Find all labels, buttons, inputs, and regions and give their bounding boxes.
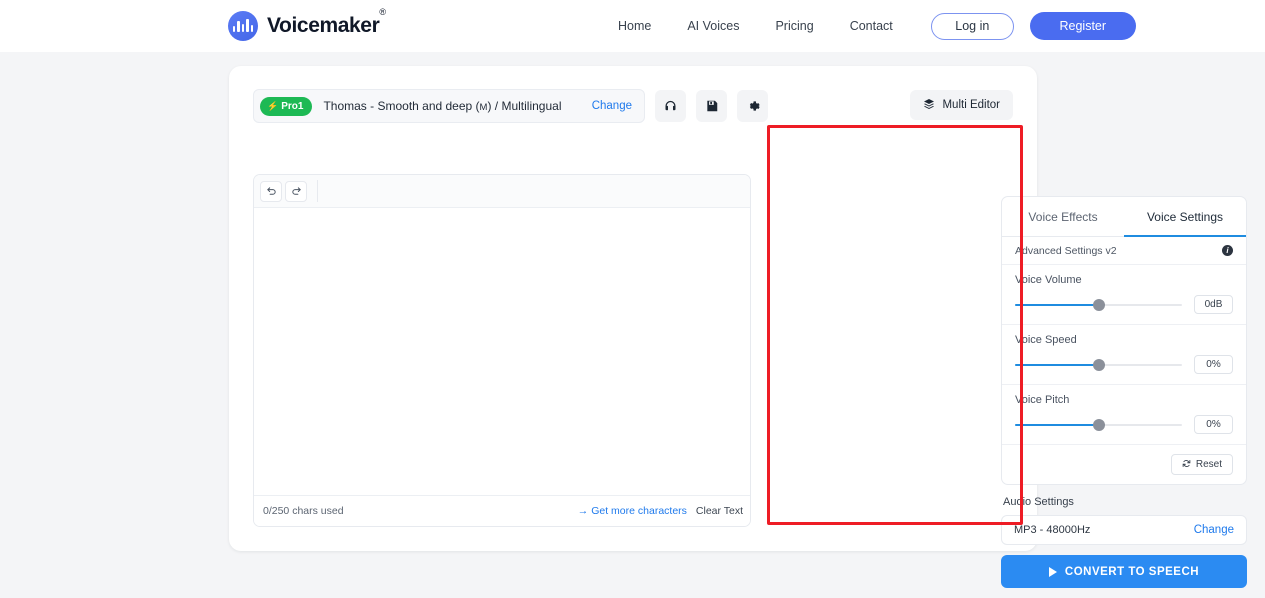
voice-volume-value[interactable]: 0dB bbox=[1194, 295, 1233, 314]
login-button[interactable]: Log in bbox=[930, 12, 1014, 40]
voice-settings-card: Voice Effects Voice Settings Advanced Se… bbox=[1001, 196, 1247, 485]
settings-panel: Voice Effects Voice Settings Advanced Se… bbox=[1001, 196, 1247, 588]
voice-speed-value[interactable]: 0% bbox=[1194, 355, 1233, 374]
audio-settings-title: Audio Settings bbox=[1003, 496, 1074, 508]
multi-editor-label: Multi Editor bbox=[942, 99, 1000, 111]
tab-voice-effects[interactable]: Voice Effects bbox=[1002, 197, 1124, 236]
audio-format-value: MP3 - 48000Hz bbox=[1014, 524, 1091, 536]
voice-selector[interactable]: ⚡ Pro1 Thomas - Smooth and deep (M) / Mu… bbox=[253, 89, 645, 123]
brand-name: Voicemaker® bbox=[267, 7, 386, 37]
nav-item-home[interactable]: Home bbox=[600, 19, 669, 33]
selected-voice-name: Thomas - Smooth and deep (M) / Multiling… bbox=[323, 99, 562, 113]
change-voice-link[interactable]: Change bbox=[592, 100, 632, 112]
editor-text-area[interactable] bbox=[254, 208, 750, 495]
voice-speed-group: Voice Speed 0% bbox=[1002, 325, 1246, 385]
lightning-bolt-icon: ⚡ bbox=[267, 100, 279, 111]
register-button[interactable]: Register bbox=[1029, 12, 1136, 40]
play-icon bbox=[1048, 566, 1057, 577]
voice-pitch-label: Voice Pitch bbox=[1015, 394, 1070, 406]
save-icon[interactable] bbox=[696, 90, 727, 122]
slider-thumb[interactable] bbox=[1092, 358, 1105, 371]
trademark-symbol: ® bbox=[379, 7, 386, 17]
convert-to-speech-label: CONVERT TO SPEECH bbox=[1064, 565, 1200, 578]
clear-text-button[interactable]: Clear Text bbox=[696, 505, 743, 517]
layers-icon bbox=[923, 98, 935, 113]
multi-editor-button[interactable]: Multi Editor bbox=[910, 90, 1013, 120]
chars-used-counter: 0/250 chars used bbox=[263, 505, 344, 517]
voice-pitch-value[interactable]: 0% bbox=[1194, 415, 1233, 434]
audio-settings-section: Audio Settings MP3 - 48000Hz Change CONV… bbox=[1001, 496, 1247, 588]
editor-footer: 0/250 chars used → Get more characters C… bbox=[254, 495, 750, 526]
convert-to-speech-button[interactable]: CONVERT TO SPEECH bbox=[1001, 555, 1247, 588]
app-card: ⚡ Pro1 Thomas - Smooth and deep (M) / Mu… bbox=[229, 66, 1247, 588]
slider-thumb[interactable] bbox=[1092, 418, 1105, 431]
slider-track-fill bbox=[1015, 423, 1099, 426]
pro-badge-label: Pro1 bbox=[281, 100, 304, 112]
brand-logo[interactable]: Voicemaker® bbox=[228, 7, 386, 41]
advanced-settings-label: Advanced Settings v2 bbox=[1015, 244, 1117, 257]
refresh-icon bbox=[1182, 459, 1191, 471]
voice-pitch-slider[interactable] bbox=[1015, 418, 1182, 432]
undo-icon[interactable] bbox=[260, 180, 282, 202]
info-icon[interactable]: i bbox=[1222, 245, 1233, 256]
redo-icon[interactable] bbox=[285, 180, 307, 202]
get-more-characters-link[interactable]: → Get more characters bbox=[578, 505, 687, 517]
text-editor: 0/250 chars used → Get more characters C… bbox=[253, 174, 751, 527]
settings-tabs: Voice Effects Voice Settings bbox=[1002, 197, 1246, 237]
voice-speed-label: Voice Speed bbox=[1015, 334, 1077, 346]
nav-item-pricing[interactable]: Pricing bbox=[757, 19, 831, 33]
voice-volume-slider[interactable] bbox=[1015, 298, 1182, 312]
reset-button[interactable]: Reset bbox=[1170, 454, 1233, 475]
reset-label: Reset bbox=[1195, 459, 1222, 470]
toolbar-divider bbox=[317, 180, 318, 202]
slider-track-fill bbox=[1015, 303, 1099, 306]
nav-item-contact[interactable]: Contact bbox=[832, 19, 911, 33]
soundwave-logo-icon bbox=[228, 11, 258, 41]
voice-volume-group: Voice Volume 0dB bbox=[1002, 265, 1246, 325]
main-nav: Home AI Voices Pricing Contact Log in Re… bbox=[600, 0, 1136, 52]
voice-volume-label: Voice Volume bbox=[1015, 274, 1082, 286]
nav-item-ai-voices[interactable]: AI Voices bbox=[669, 19, 757, 33]
voice-pitch-group: Voice Pitch 0% bbox=[1002, 385, 1246, 445]
editor-toolbar bbox=[254, 175, 750, 208]
gear-icon[interactable] bbox=[737, 90, 768, 122]
slider-thumb[interactable] bbox=[1092, 298, 1105, 311]
tab-voice-settings[interactable]: Voice Settings bbox=[1124, 197, 1246, 237]
audio-format-row[interactable]: MP3 - 48000Hz Change bbox=[1001, 515, 1247, 545]
change-audio-format-link[interactable]: Change bbox=[1194, 524, 1234, 536]
voice-selection-row: ⚡ Pro1 Thomas - Smooth and deep (M) / Mu… bbox=[253, 89, 1013, 123]
voice-speed-slider[interactable] bbox=[1015, 358, 1182, 372]
site-header: Voicemaker® Home AI Voices Pricing Conta… bbox=[0, 0, 1265, 52]
slider-track-fill bbox=[1015, 363, 1099, 366]
pro-badge: ⚡ Pro1 bbox=[260, 96, 313, 116]
advanced-settings-row: Advanced Settings v2 i bbox=[1002, 237, 1246, 265]
headphones-icon[interactable] bbox=[655, 90, 686, 122]
reset-row: Reset bbox=[1002, 445, 1246, 484]
